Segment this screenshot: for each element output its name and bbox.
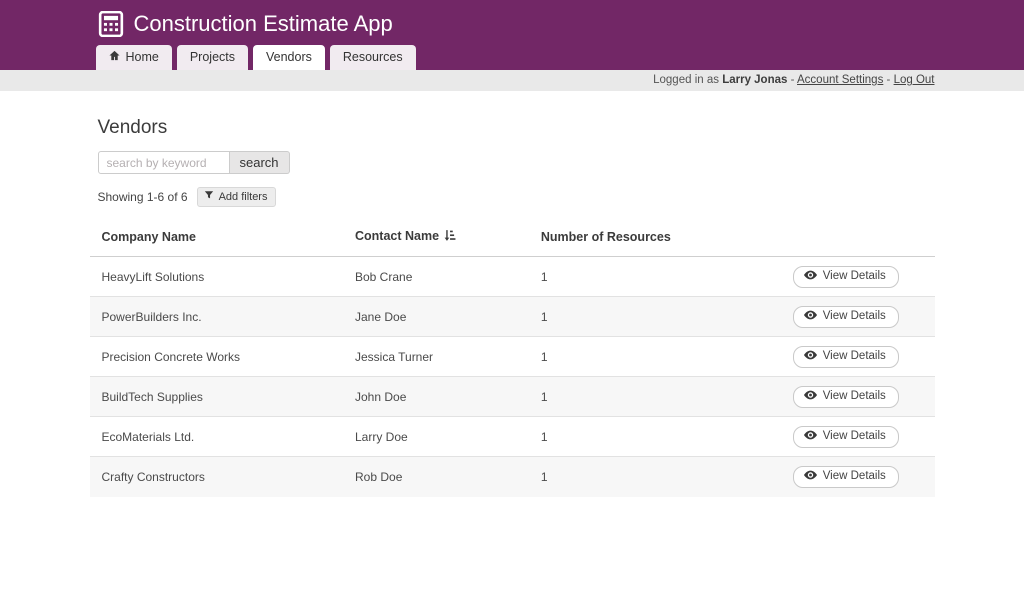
separator: -	[887, 74, 891, 86]
eye-icon	[804, 430, 817, 443]
sort-icon	[443, 231, 456, 245]
logged-in-username: Larry Jonas	[722, 74, 787, 86]
app-header: Construction Estimate App Home Projects …	[0, 0, 1024, 70]
logged-in-prefix: Logged in as	[653, 74, 719, 86]
table-row: EcoMaterials Ltd. Larry Doe 1 View Detai…	[90, 417, 935, 457]
resources-count-cell: 1	[529, 297, 757, 337]
results-meta-row: Showing 1-6 of 6 Add filters	[98, 187, 935, 207]
search-input[interactable]	[98, 151, 230, 174]
eye-icon	[804, 350, 817, 363]
company-name-cell: BuildTech Supplies	[90, 377, 344, 417]
tab-home[interactable]: Home	[96, 45, 172, 70]
contact-name-cell: Rob Doe	[343, 457, 529, 497]
resources-count-cell: 1	[529, 457, 757, 497]
separator: -	[791, 74, 795, 86]
app-title-text: Construction Estimate App	[134, 11, 393, 37]
company-name-cell: EcoMaterials Ltd.	[90, 417, 344, 457]
contact-name-cell: John Doe	[343, 377, 529, 417]
vendors-table: Company Name Contact Name Number of Reso…	[90, 219, 935, 497]
column-header-contact-name[interactable]: Contact Name	[343, 219, 529, 257]
eye-icon	[804, 390, 817, 403]
company-name-cell: HeavyLift Solutions	[90, 257, 344, 297]
search-row: search	[98, 151, 935, 174]
add-filters-label: Add filters	[219, 191, 268, 203]
resources-count-cell: 1	[529, 257, 757, 297]
table-row: Precision Concrete Works Jessica Turner …	[90, 337, 935, 377]
view-details-button[interactable]: View Details	[793, 386, 899, 408]
company-name-cell: Crafty Constructors	[90, 457, 344, 497]
home-icon	[109, 50, 120, 64]
contact-name-cell: Larry Doe	[343, 417, 529, 457]
eye-icon	[804, 470, 817, 483]
tab-label: Resources	[343, 50, 403, 64]
tab-label: Home	[126, 50, 159, 64]
main-nav: Home Projects Vendors Resources	[90, 45, 935, 70]
company-name-cell: PowerBuilders Inc.	[90, 297, 344, 337]
add-filters-button[interactable]: Add filters	[197, 187, 277, 207]
contact-name-cell: Jane Doe	[343, 297, 529, 337]
resources-count-cell: 1	[529, 377, 757, 417]
column-header-number-of-resources: Number of Resources	[529, 219, 757, 257]
tab-label: Vendors	[266, 50, 312, 64]
eye-icon	[804, 310, 817, 323]
app-title: Construction Estimate App	[90, 8, 935, 45]
tab-label: Projects	[190, 50, 235, 64]
account-settings-link[interactable]: Account Settings	[797, 74, 883, 86]
calculator-icon	[98, 11, 124, 37]
tab-projects[interactable]: Projects	[177, 45, 248, 70]
log-out-link[interactable]: Log Out	[894, 74, 935, 86]
table-header-row: Company Name Contact Name Number of Reso…	[90, 219, 935, 257]
showing-count-text: Showing 1-6 of 6	[98, 190, 188, 204]
table-row: BuildTech Supplies John Doe 1 View Detai…	[90, 377, 935, 417]
main-content: Vendors search Showing 1-6 of 6 Add filt…	[90, 117, 935, 497]
column-header-company-name: Company Name	[90, 219, 344, 257]
contact-name-cell: Jessica Turner	[343, 337, 529, 377]
view-details-button[interactable]: View Details	[793, 466, 899, 488]
company-name-cell: Precision Concrete Works	[90, 337, 344, 377]
user-bar: Logged in as Larry Jonas - Account Setti…	[0, 70, 1024, 91]
page-title: Vendors	[98, 117, 935, 139]
tab-resources[interactable]: Resources	[330, 45, 416, 70]
tab-vendors[interactable]: Vendors	[253, 45, 325, 70]
column-header-actions	[757, 219, 934, 257]
table-row: Crafty Constructors Rob Doe 1 View Detai…	[90, 457, 935, 497]
view-details-button[interactable]: View Details	[793, 346, 899, 368]
filter-funnel-icon	[204, 190, 214, 203]
view-details-button[interactable]: View Details	[793, 306, 899, 328]
table-row: HeavyLift Solutions Bob Crane 1 View Det…	[90, 257, 935, 297]
eye-icon	[804, 270, 817, 283]
view-details-button[interactable]: View Details	[793, 426, 899, 448]
contact-name-cell: Bob Crane	[343, 257, 529, 297]
table-row: PowerBuilders Inc. Jane Doe 1 View Detai…	[90, 297, 935, 337]
resources-count-cell: 1	[529, 417, 757, 457]
resources-count-cell: 1	[529, 337, 757, 377]
search-button[interactable]: search	[230, 151, 290, 174]
view-details-button[interactable]: View Details	[793, 266, 899, 288]
